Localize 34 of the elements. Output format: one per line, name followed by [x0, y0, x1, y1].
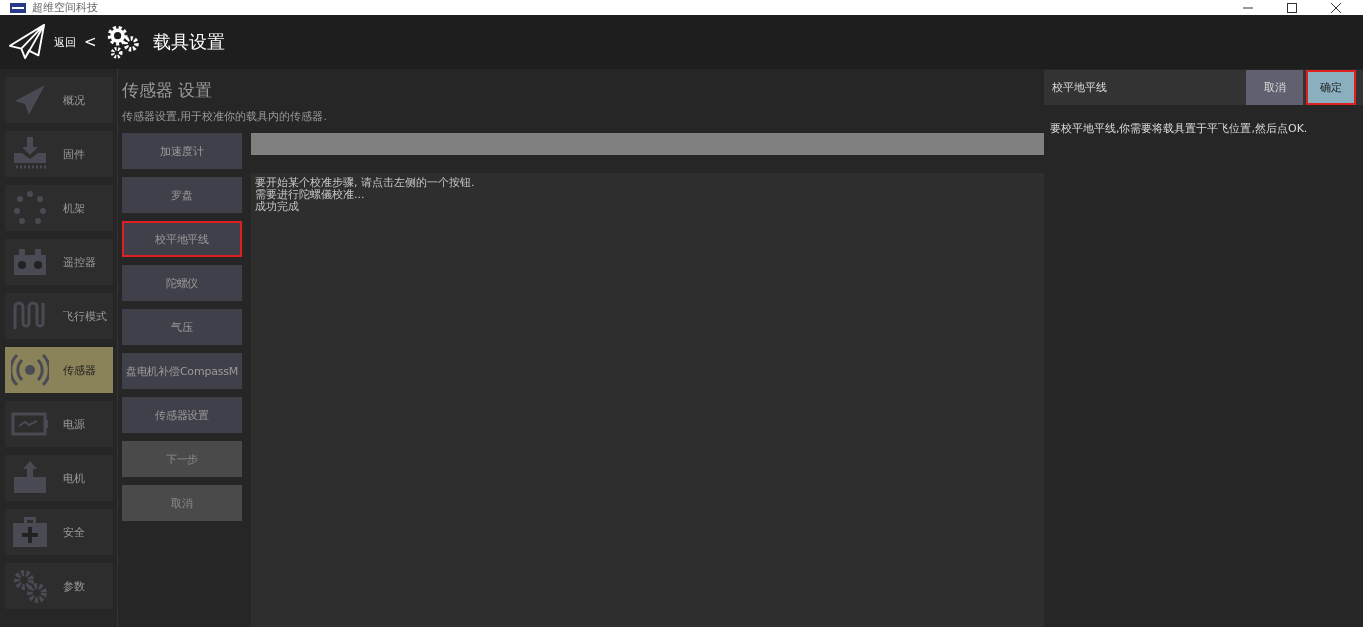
log-panel: 要开始某个校准步骤, 请点击左侧的一个按钮. 需要进行陀螺儀校准... 成功完成	[251, 173, 1044, 627]
sidebar-item[interactable]: 参数	[5, 563, 113, 609]
close-icon[interactable]	[1331, 2, 1341, 13]
signal-icon	[11, 351, 49, 389]
sensor-button[interactable]: 传感器设置	[122, 397, 242, 433]
sidebar-item[interactable]: 电机	[5, 455, 113, 501]
sidebar-item[interactable]: 飞行模式	[5, 293, 113, 339]
sidebar-item[interactable]: 遥控器	[5, 239, 113, 285]
sidebar-item[interactable]: 机架	[5, 185, 113, 231]
window-title: 超维空间科技	[32, 1, 98, 14]
section-title: 传感器 设置	[122, 79, 214, 102]
gears-icon	[11, 567, 49, 605]
confirm-button[interactable]: 确定	[1306, 70, 1356, 105]
sensor-button[interactable]: 罗盘	[122, 177, 242, 213]
section-description: 传感器设置,用于校准你的载具内的传感器.	[122, 109, 328, 125]
dots-icon	[11, 189, 49, 227]
dialog-title: 校平地平线	[1052, 80, 1107, 95]
page-header-title: 载具设置	[152, 30, 225, 54]
back-link[interactable]: 返回	[54, 34, 76, 50]
sidebar-item[interactable]: 安全	[5, 509, 113, 555]
maximize-icon[interactable]	[1287, 2, 1297, 13]
sensor-button[interactable]: 气压	[122, 309, 242, 345]
sensor-button[interactable]: 加速度计	[122, 133, 242, 169]
cancel-button[interactable]: 取消	[1246, 70, 1303, 105]
sensor-button[interactable]: 校平地平线	[122, 221, 242, 257]
sensor-button[interactable]: 陀螺仪	[122, 265, 242, 301]
sidebar-item[interactable]: 电源	[5, 401, 113, 447]
sidebar-item[interactable]: 传感器	[5, 347, 113, 393]
separator-text: <	[84, 33, 97, 51]
sensor-button[interactable]: 盘电机补偿CompassM	[122, 353, 242, 389]
sidebar-item[interactable]: 概况	[5, 77, 113, 123]
paper-plane-icon[interactable]	[8, 23, 46, 61]
dialog-message: 要校平地平线,你需要将载具置于平飞位置,然后点OK.	[1050, 121, 1309, 136]
sidebar-item[interactable]: 固件	[5, 131, 113, 177]
